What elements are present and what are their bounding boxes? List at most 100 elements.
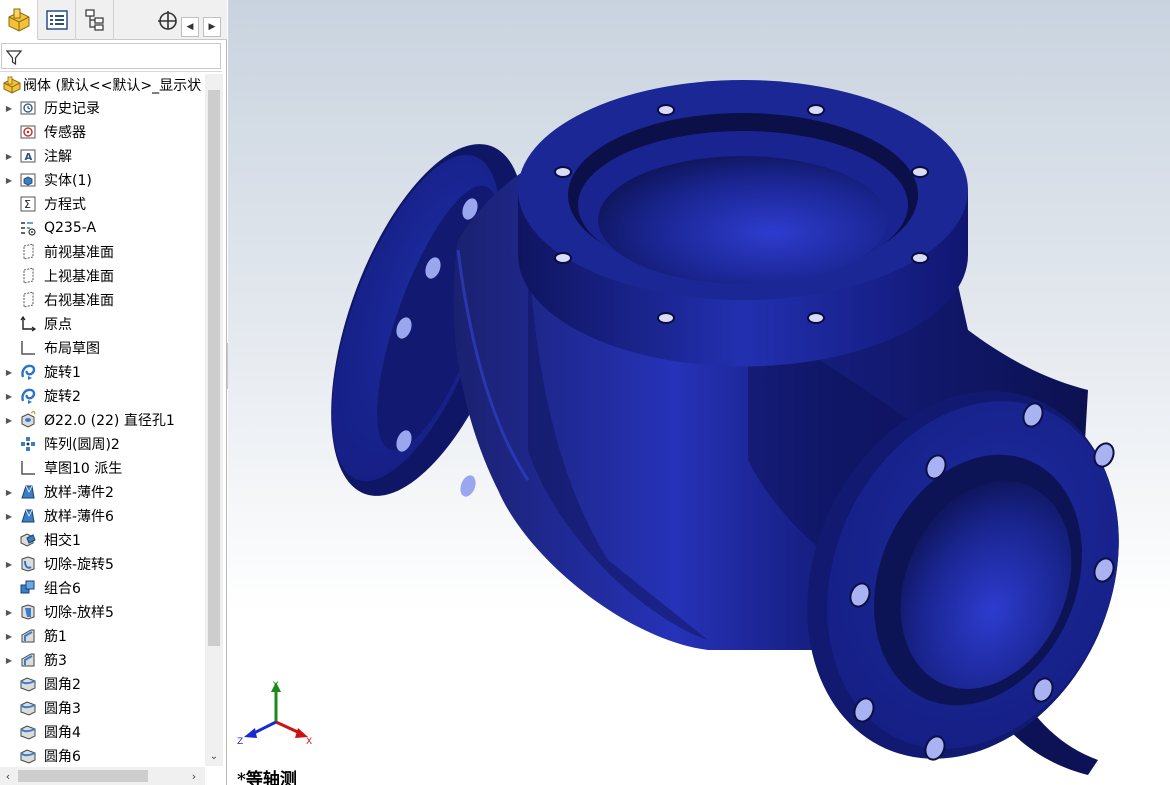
tree-item-label: 阵列(圆周)2 <box>44 437 120 453</box>
tree-item[interactable]: 前视基准面 <box>0 240 205 264</box>
expand-arrow-icon[interactable]: ▶ <box>0 104 18 113</box>
sketch-icon <box>18 339 38 357</box>
expand-arrow-icon[interactable]: ▶ <box>0 392 18 401</box>
tree-item[interactable]: 右视基准面 <box>0 288 205 312</box>
plane-icon <box>18 243 38 261</box>
svg-text:Σ: Σ <box>24 198 31 211</box>
valve-body-model[interactable] <box>228 0 1170 785</box>
tab-scroll-right-button[interactable]: ▶ <box>203 17 221 37</box>
tree-item[interactable]: ▶ 旋转2 <box>0 384 205 408</box>
tree-item[interactable]: ▶ Ø22.0 (22) 直径孔1 <box>0 408 205 432</box>
view-orientation-label: *等轴测 <box>237 770 297 785</box>
expand-arrow-icon[interactable]: ▶ <box>0 176 18 185</box>
plane-icon <box>18 291 38 309</box>
tree-item[interactable]: 圆角6 <box>0 744 205 768</box>
tree-item[interactable]: 圆角4 <box>0 720 205 744</box>
tree-item[interactable]: 圆角2 <box>0 672 205 696</box>
sketch-icon <box>18 459 38 477</box>
plane-icon <box>18 267 38 285</box>
tree-item[interactable]: 上视基准面 <box>0 264 205 288</box>
tree-item[interactable]: 草图10 派生 <box>0 456 205 480</box>
expand-arrow-icon[interactable]: ▶ <box>0 488 18 497</box>
expand-arrow-icon[interactable]: ▶ <box>0 368 18 377</box>
tree-item-label: 筋1 <box>44 629 67 645</box>
dimxpert-manager-tab[interactable] <box>152 0 182 40</box>
tree-item[interactable]: Q235-A <box>0 216 205 240</box>
tree-item-label: 相交1 <box>44 533 81 549</box>
loft-icon <box>18 507 38 525</box>
property-list-icon <box>45 10 68 30</box>
tree-root-part[interactable]: 阀体 (默认<<默认>_显示状 ^ <box>0 74 222 96</box>
scroll-right-arrow-icon[interactable]: › <box>186 767 202 785</box>
fillet-icon <box>18 723 38 741</box>
expand-arrow-icon[interactable]: ▶ <box>0 608 18 617</box>
tree-item[interactable]: ▶ 筋1 <box>0 624 205 648</box>
property-manager-tab[interactable] <box>38 0 76 40</box>
tree-item[interactable]: 传感器 <box>0 120 205 144</box>
scrollbar-thumb[interactable] <box>208 90 220 646</box>
filter-icon <box>6 50 22 66</box>
filter-input[interactable] <box>1 43 221 69</box>
tree-item[interactable]: 阵列(圆周)2 <box>0 432 205 456</box>
tree-item[interactable]: ▶ 筋3 <box>0 648 205 672</box>
tree-item-label: 放样-薄件2 <box>44 485 114 501</box>
tree-item[interactable]: 原点 <box>0 312 205 336</box>
tree-item[interactable]: ▶ 旋转1 <box>0 360 205 384</box>
configuration-manager-tab[interactable] <box>76 0 114 40</box>
expand-arrow-icon[interactable]: ▶ <box>0 512 18 521</box>
tree-horizontal-scrollbar[interactable]: ‹ › <box>0 767 205 785</box>
cut-loft-icon <box>18 603 38 621</box>
tree-item[interactable]: 相交1 <box>0 528 205 552</box>
tree-item-label: 注解 <box>44 149 72 165</box>
tree-item[interactable]: ▶ 放样-薄件6 <box>0 504 205 528</box>
tree-vertical-scrollbar[interactable]: ⌄ <box>205 74 223 766</box>
tree-item-label: Ø22.0 (22) 直径孔1 <box>44 413 175 429</box>
tree-item-label: 布局草图 <box>44 341 100 357</box>
tree-item-label: 组合6 <box>44 581 81 597</box>
svg-text:A: A <box>25 152 33 163</box>
tree-item[interactable]: ▶ A 注解 <box>0 144 205 168</box>
fillet-icon <box>18 747 38 765</box>
tree-item[interactable]: ▶ 切除-放样5 <box>0 600 205 624</box>
tree-item[interactable]: ▶ 放样-薄件2 <box>0 480 205 504</box>
tree-item-label: 旋转2 <box>44 389 81 405</box>
expand-arrow-icon[interactable]: ▶ <box>0 560 18 569</box>
tree-item[interactable]: 布局草图 <box>0 336 205 360</box>
filter-bar <box>0 40 222 72</box>
cut-revolve-icon <box>18 555 38 573</box>
history-icon <box>18 99 38 117</box>
tree-item-label: 放样-薄件6 <box>44 509 114 525</box>
combine-icon <box>18 579 38 597</box>
loft-icon <box>18 483 38 501</box>
tree-item[interactable]: ▶ 切除-旋转5 <box>0 552 205 576</box>
expand-arrow-icon[interactable]: ▶ <box>0 416 18 425</box>
crosshair-icon <box>158 11 177 30</box>
scroll-up-arrow-icon[interactable] <box>205 74 223 90</box>
graphics-viewport[interactable]: Y X Z *等轴测 <box>228 0 1170 785</box>
tree-item[interactable]: 圆角3 <box>0 696 205 720</box>
tree-root-label: 阀体 (默认<<默认>_显示状 <box>23 78 202 94</box>
tree-item[interactable]: Σ 方程式 <box>0 192 205 216</box>
scroll-down-arrow-icon[interactable]: ⌄ <box>205 748 223 764</box>
tree-item-label: 圆角6 <box>44 749 81 765</box>
intersect-icon <box>18 531 38 549</box>
tree-item[interactable]: ▶ 历史记录 <box>0 96 205 120</box>
expand-arrow-icon[interactable]: ▶ <box>0 632 18 641</box>
tree-item[interactable]: ▶ 实体(1) <box>0 168 205 192</box>
tree-item[interactable]: 组合6 <box>0 576 205 600</box>
expand-arrow-icon[interactable]: ▶ <box>0 656 18 665</box>
tree-item-label: 方程式 <box>44 197 86 213</box>
tree-item-label: 筋3 <box>44 653 67 669</box>
feature-manager-tab[interactable] <box>0 0 38 40</box>
tree-item-label: 切除-放样5 <box>44 605 114 621</box>
material-icon <box>18 219 38 237</box>
tree-item-label: 旋转1 <box>44 365 81 381</box>
scroll-left-arrow-icon[interactable]: ‹ <box>0 767 16 785</box>
expand-arrow-icon[interactable]: ▶ <box>0 152 18 161</box>
feature-tree: ▶ 历史记录 传感器 ▶ A 注解 ▶ 实体(1) Σ 方程式 Q235-A 前视基准面 上视基准面 右视… <box>0 96 205 768</box>
configuration-tree-icon <box>84 9 104 31</box>
top-flange <box>518 80 968 367</box>
tab-scroll-left-button[interactable]: ◀ <box>181 17 199 37</box>
scrollbar-thumb[interactable] <box>18 770 148 782</box>
tree-item-label: 草图10 派生 <box>44 461 123 477</box>
